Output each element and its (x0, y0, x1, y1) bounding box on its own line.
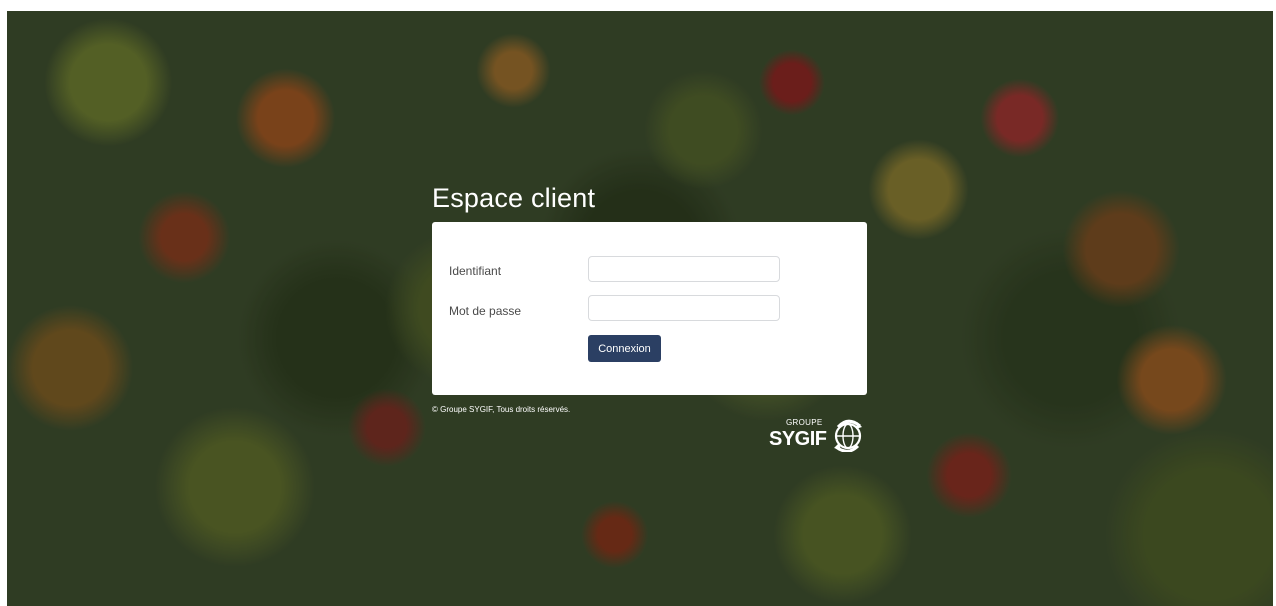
copyright-text: © Groupe SYGIF, Tous droits réservés. (432, 405, 571, 414)
password-input[interactable] (588, 295, 780, 321)
logo-groupe-text: GROUPE (786, 418, 823, 427)
password-label: Mot de passe (449, 304, 522, 318)
connexion-button[interactable]: Connexion (588, 335, 661, 362)
username-label: Identifiant (449, 264, 502, 278)
page-title: Espace client (432, 183, 596, 213)
globe-arrows-icon (834, 419, 862, 452)
logo-name-text: SYGIF (769, 428, 827, 450)
sygif-logo: GROUPE SYGIF (768, 418, 868, 454)
login-card: Identifiant Mot de passe Connexion (432, 222, 867, 395)
username-input[interactable] (588, 256, 780, 282)
